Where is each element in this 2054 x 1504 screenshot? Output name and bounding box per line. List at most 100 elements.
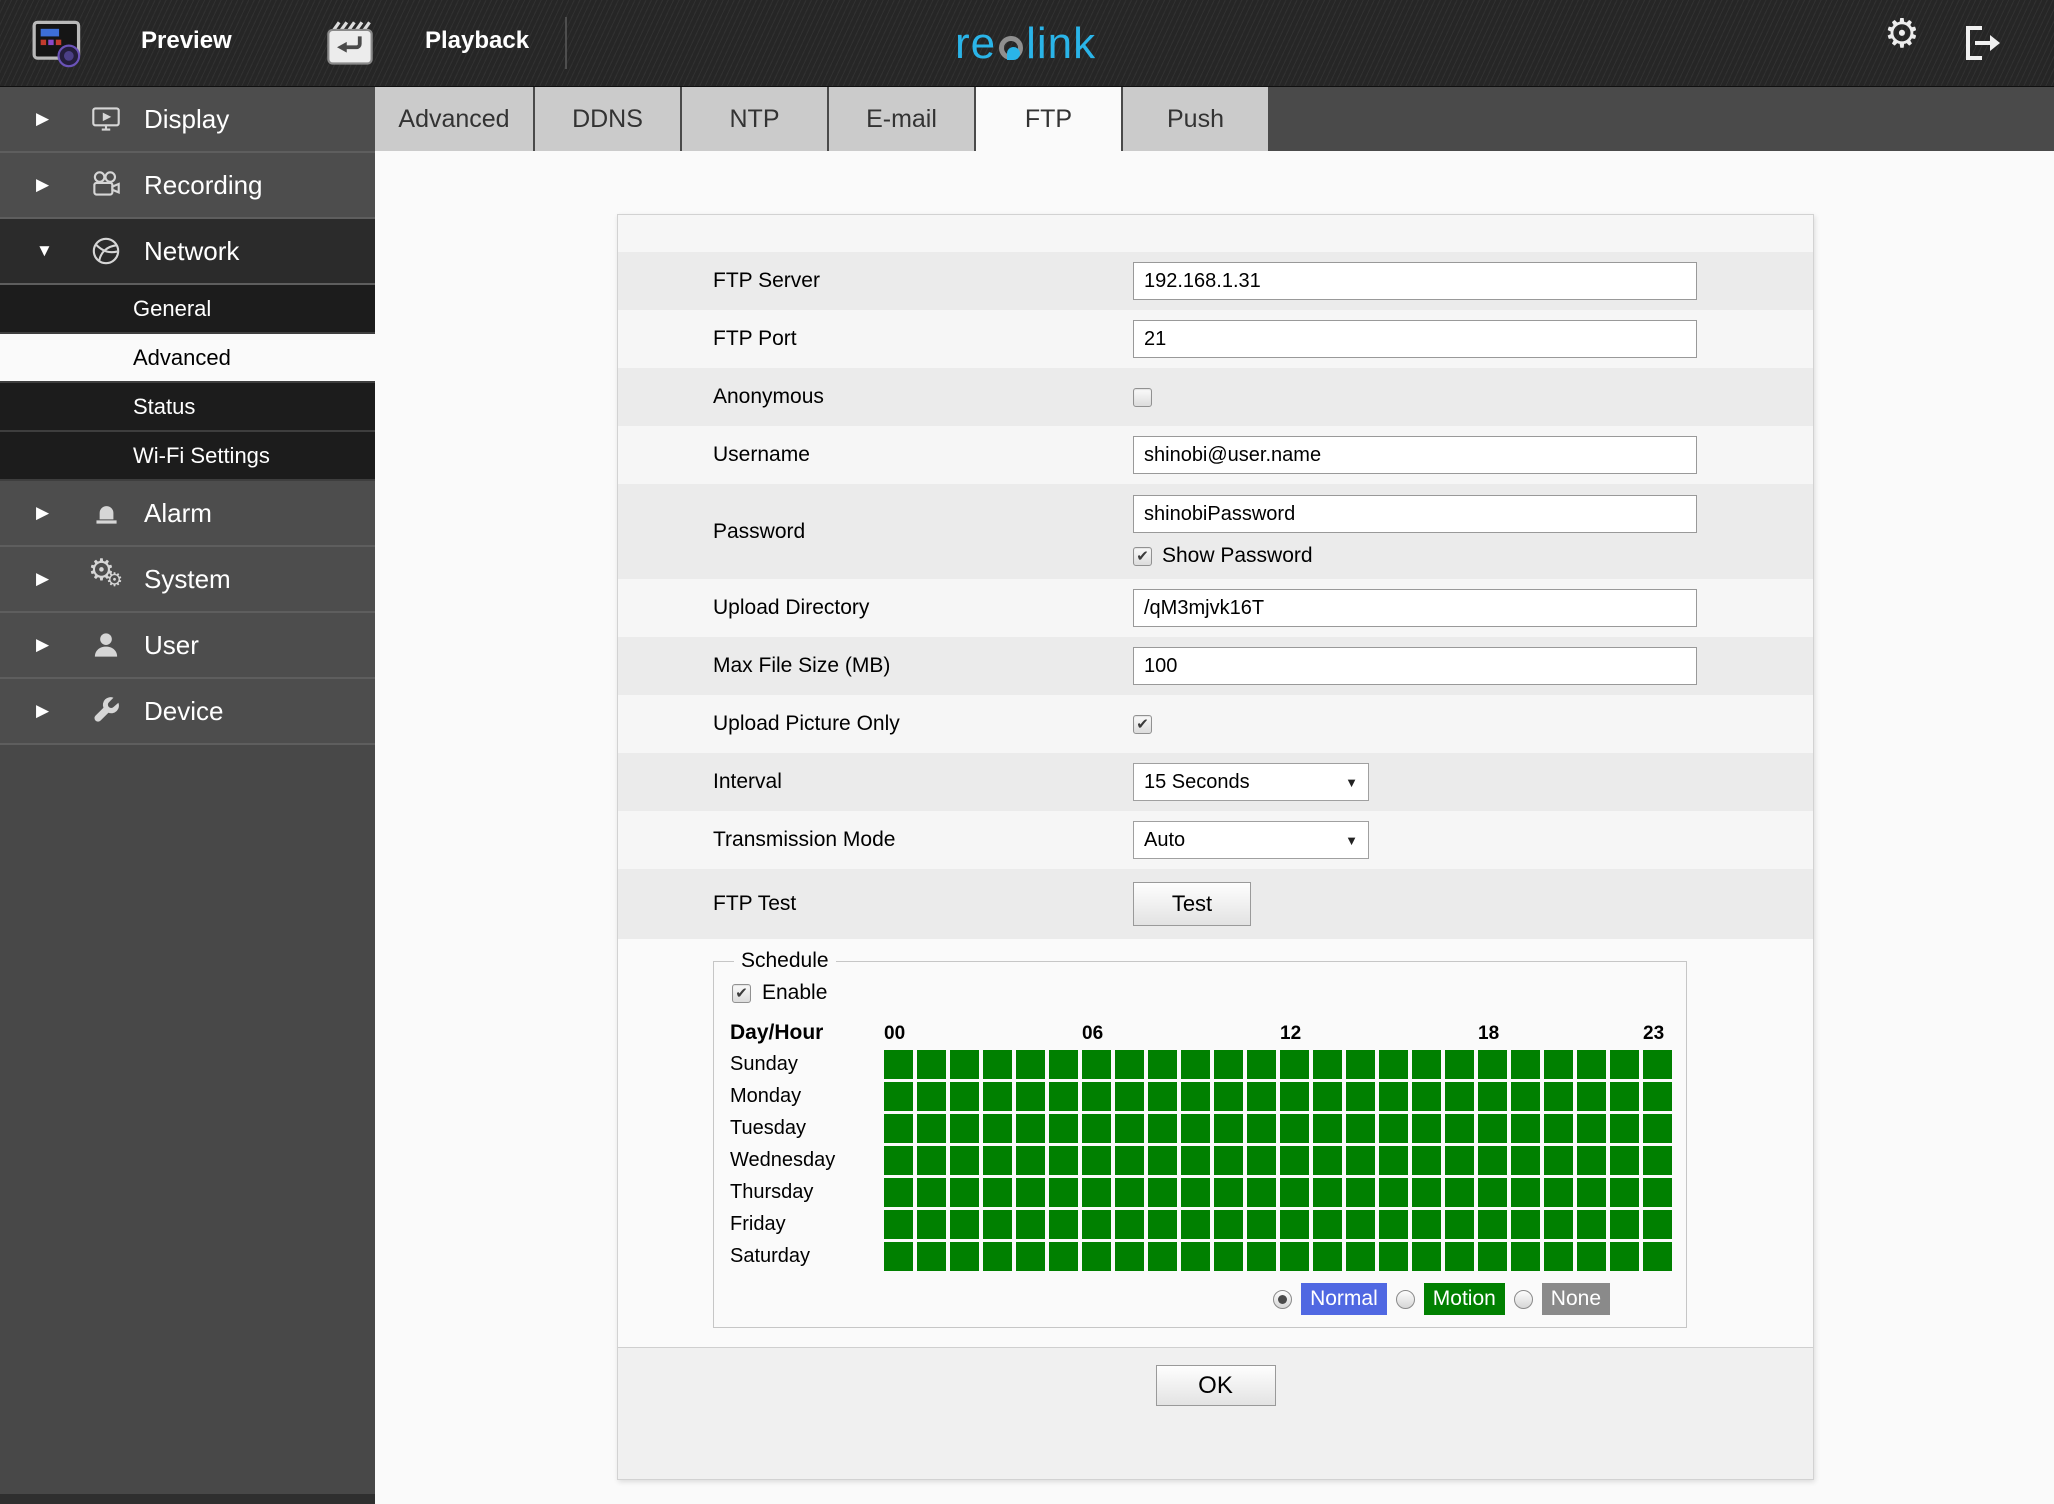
preview-button[interactable]: Preview — [141, 27, 232, 55]
schedule-cell[interactable] — [1016, 1210, 1045, 1239]
anonymous-checkbox[interactable] — [1133, 387, 1152, 407]
sidebar-subitem-status[interactable]: Status — [0, 383, 375, 432]
playback-button[interactable]: Playback — [425, 27, 529, 55]
schedule-cell[interactable] — [1643, 1178, 1672, 1207]
schedule-cell[interactable] — [1445, 1146, 1474, 1175]
schedule-cell[interactable] — [1280, 1114, 1309, 1143]
schedule-cell[interactable] — [1181, 1178, 1210, 1207]
schedule-cell[interactable] — [1346, 1242, 1375, 1271]
schedule-cell[interactable] — [1247, 1146, 1276, 1175]
schedule-cell[interactable] — [1478, 1178, 1507, 1207]
schedule-cell[interactable] — [1082, 1242, 1111, 1271]
schedule-cell[interactable] — [1247, 1082, 1276, 1111]
schedule-cell[interactable] — [1610, 1178, 1639, 1207]
sidebar-item-alarm[interactable]: ▶ Alarm — [0, 481, 375, 547]
schedule-cell[interactable] — [1511, 1146, 1540, 1175]
schedule-cell[interactable] — [1643, 1242, 1672, 1271]
sidebar-item-display[interactable]: ▶ Display — [0, 87, 375, 153]
schedule-cell[interactable] — [1082, 1146, 1111, 1175]
schedule-cell[interactable] — [983, 1050, 1012, 1079]
sidebar-item-system[interactable]: ▶ ⚙ ⚙ System — [0, 547, 375, 613]
schedule-cell[interactable] — [1247, 1178, 1276, 1207]
schedule-cell[interactable] — [1313, 1082, 1342, 1111]
schedule-cell[interactable] — [1412, 1050, 1441, 1079]
schedule-cell[interactable] — [1313, 1050, 1342, 1079]
schedule-cell[interactable] — [1082, 1178, 1111, 1207]
schedule-cell[interactable] — [1577, 1082, 1606, 1111]
password-input[interactable] — [1133, 495, 1697, 533]
schedule-cell[interactable] — [1049, 1082, 1078, 1111]
schedule-cell[interactable] — [1379, 1210, 1408, 1239]
sidebar-subitem-advanced[interactable]: Advanced — [0, 334, 375, 383]
none-mode-radio[interactable] — [1513, 1289, 1533, 1309]
schedule-cell[interactable] — [1280, 1178, 1309, 1207]
schedule-cell[interactable] — [1610, 1114, 1639, 1143]
sidebar-subitem-wifi-settings[interactable]: Wi-Fi Settings — [0, 432, 375, 481]
schedule-cell[interactable] — [1016, 1082, 1045, 1111]
schedule-cell[interactable] — [1280, 1242, 1309, 1271]
normal-mode-label[interactable]: Normal — [1301, 1283, 1387, 1315]
schedule-cell[interactable] — [1280, 1146, 1309, 1175]
schedule-cell[interactable] — [1049, 1210, 1078, 1239]
schedule-cell[interactable] — [1115, 1210, 1144, 1239]
schedule-cell[interactable] — [1511, 1242, 1540, 1271]
schedule-cell[interactable] — [1544, 1146, 1573, 1175]
schedule-cell[interactable] — [1511, 1114, 1540, 1143]
schedule-cell[interactable] — [1577, 1242, 1606, 1271]
schedule-cell[interactable] — [1247, 1242, 1276, 1271]
schedule-cell[interactable] — [917, 1178, 946, 1207]
schedule-cell[interactable] — [1379, 1082, 1408, 1111]
schedule-cell[interactable] — [1115, 1178, 1144, 1207]
schedule-cell[interactable] — [1511, 1082, 1540, 1111]
schedule-cell[interactable] — [1544, 1082, 1573, 1111]
schedule-cell[interactable] — [1511, 1178, 1540, 1207]
schedule-cell[interactable] — [1577, 1210, 1606, 1239]
schedule-cell[interactable] — [1247, 1210, 1276, 1239]
schedule-cell[interactable] — [884, 1082, 913, 1111]
schedule-cell[interactable] — [1214, 1178, 1243, 1207]
schedule-cell[interactable] — [1577, 1050, 1606, 1079]
schedule-cell[interactable] — [1082, 1114, 1111, 1143]
sidebar-item-recording[interactable]: ▶ Recording — [0, 153, 375, 219]
sidebar-item-user[interactable]: ▶ User — [0, 613, 375, 679]
schedule-cell[interactable] — [1643, 1210, 1672, 1239]
schedule-cell[interactable] — [1148, 1178, 1177, 1207]
schedule-cell[interactable] — [1478, 1242, 1507, 1271]
playback-icon[interactable] — [324, 20, 376, 68]
schedule-cell[interactable] — [1445, 1210, 1474, 1239]
schedule-cell[interactable] — [917, 1050, 946, 1079]
schedule-cell[interactable] — [1445, 1050, 1474, 1079]
schedule-cell[interactable] — [1379, 1146, 1408, 1175]
tab-advanced[interactable]: Advanced — [375, 87, 533, 151]
schedule-cell[interactable] — [1148, 1242, 1177, 1271]
show-password-checkbox[interactable]: ✔ — [1133, 546, 1152, 566]
schedule-cell[interactable] — [983, 1146, 1012, 1175]
schedule-cell[interactable] — [1049, 1178, 1078, 1207]
schedule-cell[interactable] — [1412, 1210, 1441, 1239]
schedule-cell[interactable] — [1544, 1050, 1573, 1079]
ftp-server-input[interactable] — [1133, 262, 1697, 300]
schedule-cell[interactable] — [1148, 1114, 1177, 1143]
schedule-cell[interactable] — [1016, 1114, 1045, 1143]
schedule-cell[interactable] — [1544, 1178, 1573, 1207]
schedule-cell[interactable] — [1412, 1146, 1441, 1175]
schedule-cell[interactable] — [1181, 1210, 1210, 1239]
schedule-cell[interactable] — [1016, 1242, 1045, 1271]
logout-icon[interactable] — [1960, 24, 2004, 62]
schedule-cell[interactable] — [1247, 1050, 1276, 1079]
preview-icon[interactable] — [32, 20, 84, 68]
schedule-cell[interactable] — [983, 1242, 1012, 1271]
schedule-cell[interactable] — [1478, 1050, 1507, 1079]
schedule-cell[interactable] — [1478, 1210, 1507, 1239]
schedule-cell[interactable] — [917, 1146, 946, 1175]
schedule-cell[interactable] — [1214, 1210, 1243, 1239]
schedule-cell[interactable] — [884, 1146, 913, 1175]
upload-picture-only-checkbox[interactable]: ✔ — [1133, 714, 1152, 734]
max-file-size-input[interactable] — [1133, 647, 1697, 685]
schedule-cell[interactable] — [1082, 1050, 1111, 1079]
tab-ntp[interactable]: NTP — [682, 87, 827, 151]
schedule-cell[interactable] — [1610, 1146, 1639, 1175]
schedule-cell[interactable] — [1610, 1082, 1639, 1111]
schedule-cell[interactable] — [1346, 1178, 1375, 1207]
schedule-cell[interactable] — [917, 1114, 946, 1143]
